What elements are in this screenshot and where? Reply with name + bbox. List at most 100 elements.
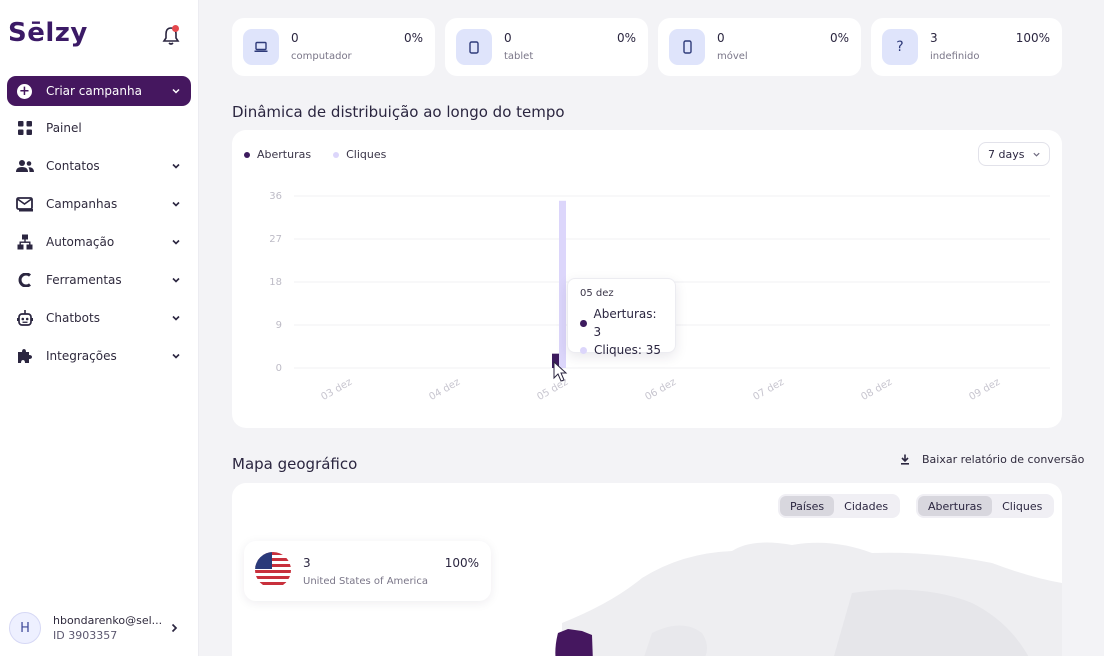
tooltip-dot xyxy=(580,346,587,354)
y-tick-label: 36 xyxy=(269,191,282,202)
create-campaign-label: Criar campanha xyxy=(46,84,142,98)
tooltip-date: 05 dez xyxy=(580,288,614,299)
range-select-value: 7 days xyxy=(988,147,1025,161)
chevron-down-icon xyxy=(1033,152,1040,157)
y-tick-label: 0 xyxy=(276,363,282,374)
country-card[interactable]: 3 United States of America 100% xyxy=(244,541,491,601)
sidebar-item-label: Chatbots xyxy=(46,311,100,325)
sidebar-item-painel[interactable]: Painel xyxy=(0,109,199,147)
device-label: indefinido xyxy=(930,51,980,62)
robot-icon xyxy=(16,309,34,327)
legend-dot xyxy=(333,152,340,158)
device-card-tablet: 0 tablet 0% xyxy=(445,18,648,76)
device-percent: 100% xyxy=(1015,31,1050,45)
metric-option-aberturas[interactable]: Aberturas xyxy=(918,496,993,516)
sidebar-item-label: Ferramentas xyxy=(46,273,122,287)
sidebar-item-campanhas[interactable]: Campanhas xyxy=(0,185,199,223)
tooltip-aberturas: Aberturas: 3 xyxy=(593,307,657,339)
metric-option-cliques[interactable]: Cliques xyxy=(992,496,1052,516)
sitemap-icon xyxy=(16,233,34,251)
sidebar-item-label: Painel xyxy=(46,121,82,135)
chevron-right-icon xyxy=(170,622,179,637)
sidebar-item-automacao[interactable]: Automação xyxy=(0,223,199,261)
tooltip-cliques: Cliques: 35 xyxy=(594,343,662,357)
avatar: H xyxy=(9,612,41,644)
user-id: ID 3903357 xyxy=(53,629,118,642)
device-card-undefined: ? 3 indefinido 100% xyxy=(871,18,1062,76)
scope-option-cidades[interactable]: Cidades xyxy=(834,496,898,516)
download-icon xyxy=(901,454,909,465)
x-tick-label: 04 dez xyxy=(427,377,462,403)
x-tick-label: 05 dez xyxy=(535,377,570,403)
country-count: 3 xyxy=(303,556,311,570)
user-email: hbondarenko@sel... xyxy=(53,614,163,627)
create-campaign-button[interactable]: + Criar campanha xyxy=(7,76,191,106)
x-tick-label: 03 dez xyxy=(319,377,354,403)
device-card-mobile: 0 móvel 0% xyxy=(658,18,861,76)
phone-icon xyxy=(669,29,705,65)
scope-option-paises[interactable]: Países xyxy=(780,496,835,516)
chevron-down-icon xyxy=(172,315,180,321)
chart-legend: Aberturas Cliques xyxy=(244,148,386,161)
sidebar-item-label: Campanhas xyxy=(46,197,118,211)
range-select[interactable]: 7 days xyxy=(978,142,1050,166)
tooltip-dot xyxy=(580,319,587,327)
sidebar-item-label: Integrações xyxy=(46,349,117,363)
dynamics-title: Dinâmica de distribuição ao longo do tem… xyxy=(232,103,565,121)
sidebar-item-integracoes[interactable]: Integrações xyxy=(0,337,199,375)
dynamics-chart-card: 36 27 18 9 0 03 dez 04 dez 05 dez 06 dez 07 dez 08… xyxy=(232,130,1062,428)
metric-toggle: Aberturas Cliques xyxy=(916,494,1055,518)
brand-logo[interactable]: Sēlzy xyxy=(8,18,88,48)
device-percent: 0% xyxy=(616,31,636,45)
plus-icon: + xyxy=(17,83,32,99)
device-label: computador xyxy=(291,51,352,62)
download-report-label: Baixar relatório de conversão xyxy=(922,453,1085,466)
download-report-link[interactable]: Baixar relatório de conversão xyxy=(900,453,1084,466)
y-tick-label: 18 xyxy=(269,277,282,288)
chevron-down-icon xyxy=(172,201,180,207)
users-icon xyxy=(16,157,34,175)
legend-label: Cliques xyxy=(346,148,387,161)
country-percent: 100% xyxy=(444,556,479,570)
legend-item-cliques[interactable]: Cliques xyxy=(333,148,386,161)
laptop-icon xyxy=(243,29,279,65)
x-tick-label: 09 dez xyxy=(967,377,1002,403)
chevron-down-icon xyxy=(172,239,180,245)
device-percent: 0% xyxy=(829,31,849,45)
device-count: 0 xyxy=(504,31,512,45)
notification-dot xyxy=(172,25,179,32)
chevron-down-icon xyxy=(172,353,180,359)
device-label: móvel xyxy=(717,51,748,62)
chevron-down-icon xyxy=(172,277,180,283)
sidebar-item-contatos[interactable]: Contatos xyxy=(0,147,199,185)
y-tick-label: 9 xyxy=(276,320,282,331)
x-tick-label: 07 dez xyxy=(751,377,786,403)
bar-cliques-05-dez[interactable] xyxy=(559,200,566,368)
sidebar-item-chatbots[interactable]: Chatbots xyxy=(0,299,199,337)
scope-toggle: Países Cidades xyxy=(778,494,901,518)
x-tick-label: 08 dez xyxy=(859,377,894,403)
sidebar-item-label: Automação xyxy=(46,235,115,249)
y-tick-label: 27 xyxy=(269,234,282,245)
sidebar-item-ferramentas[interactable]: Ferramentas xyxy=(0,261,199,299)
sidebar: Sēlzy + Criar campanha Painel Contatos C… xyxy=(0,0,199,656)
us-flag-icon xyxy=(255,552,291,588)
user-profile[interactable]: H hbondarenko@sel... ID 3903357 xyxy=(0,600,199,656)
grid-icon xyxy=(16,119,34,137)
country-name: United States of America xyxy=(303,576,428,587)
geo-title: Mapa geográfico xyxy=(232,455,358,473)
chevron-down-icon xyxy=(172,163,180,169)
device-percent: 0% xyxy=(403,31,423,45)
legend-dot xyxy=(244,152,250,158)
tools-icon xyxy=(16,271,34,289)
device-card-computer: 0 computador 0% xyxy=(232,18,435,76)
chart-tooltip: 05 dez Aberturas: 3 Cliques: 35 xyxy=(567,278,676,357)
puzzle-icon xyxy=(16,347,34,365)
tablet-icon xyxy=(456,29,492,65)
legend-item-aberturas[interactable]: Aberturas xyxy=(244,148,311,161)
device-count: 0 xyxy=(717,31,725,45)
geo-map-card: Países Cidades Aberturas Cliques 3 Unite… xyxy=(232,483,1062,656)
sidebar-item-label: Contatos xyxy=(46,159,100,173)
question-icon: ? xyxy=(882,29,918,65)
device-label: tablet xyxy=(504,51,534,62)
